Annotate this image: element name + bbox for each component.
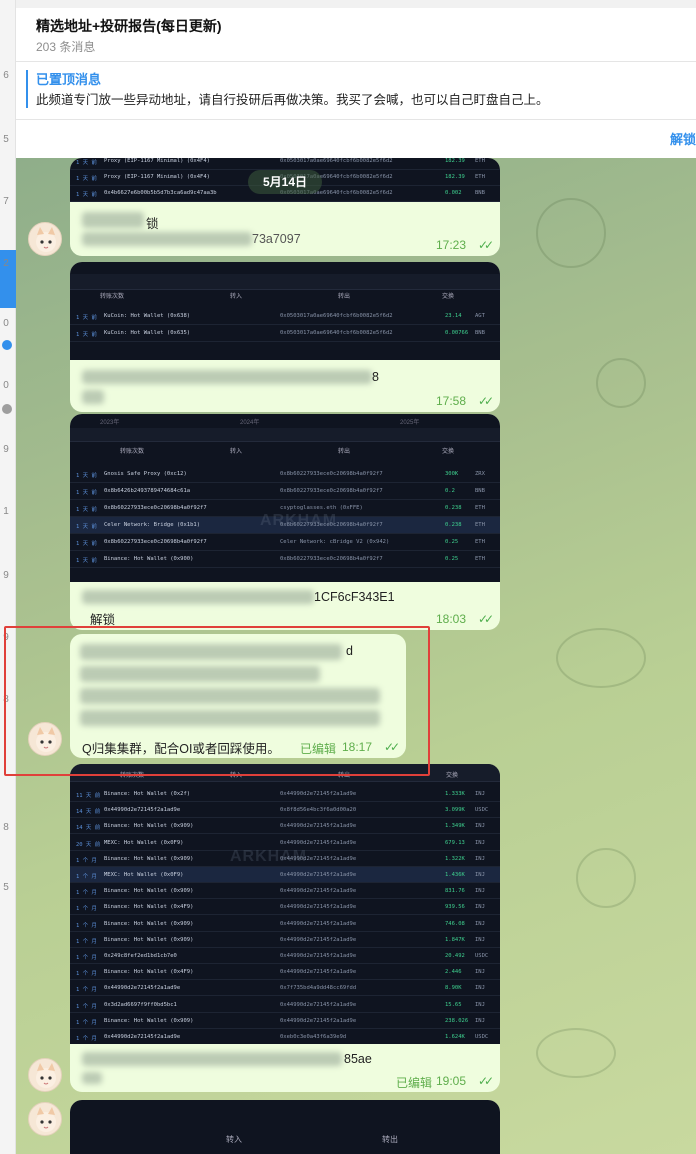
channel-title: 精选地址+投研报告(每日更新): [36, 18, 222, 34]
sender-avatar[interactable]: [28, 1102, 62, 1136]
table-row: 1 个 月 Binance: Hot Wallet (0x909) 0x44990d…: [70, 916, 500, 932]
blurred-text: [82, 1072, 102, 1084]
chat-list-count: 7: [3, 196, 9, 207]
blurred-text: [82, 390, 104, 404]
table-row: 1 个 月 Binance: Hot Wallet (0x909) 0x44990d…: [70, 883, 500, 900]
chat-list-count: 5: [3, 882, 9, 893]
blurred-text: [82, 212, 144, 228]
sender-avatar[interactable]: [28, 1058, 62, 1092]
message-caption-tail: 73a7097: [252, 232, 301, 246]
unlock-row: 解锁: [16, 120, 696, 158]
table-row: 1 个 月 0x249c8fef2ed1bd1cb7e0 0x44990d2e721…: [70, 948, 500, 964]
unread-dot: [2, 340, 12, 350]
message-caption: 锁: [146, 217, 159, 231]
pinned-message[interactable]: 已置顶消息 此频道专门放一些异动地址，请自行投研后再做决策。我买了会喊，也可以自…: [16, 62, 696, 120]
bg-doodle: [556, 628, 646, 688]
chat-list-count: 2: [3, 258, 9, 269]
table-row: 1 个 月 0x44990d2e72145f2a1ad9e 0x7f735bd4a9…: [70, 980, 500, 997]
screenshot-image[interactable]: 转入 转出: [70, 1100, 500, 1154]
chat-list-count: 0: [3, 318, 9, 329]
sender-avatar[interactable]: [28, 222, 62, 256]
table-row: 1 天 前 Gnosis Safe Proxy (0xc12) 0x8b602279…: [70, 466, 500, 483]
message-time: 18:03: [436, 612, 467, 626]
table-row: 1 个 月 0x44990d2e72145f2a1ad9e 0xeb0c3e0a43…: [70, 1029, 500, 1044]
table-row: 1 个 月 Binance: Hot Wallet (0x4F9) 0x44990d…: [70, 964, 500, 981]
watermark: ARKHAM: [260, 512, 338, 529]
message-bubble[interactable]: 转入 转出: [70, 1100, 500, 1154]
chat-list-count: 6: [3, 70, 9, 81]
table-row: 11 天 前 Binance: Hot Wallet (0x2f) 0x44990d…: [70, 786, 500, 802]
blurred-text: [82, 232, 252, 246]
bg-doodle: [576, 848, 636, 908]
message-time: 17:23: [436, 238, 467, 252]
edited-label: 已编辑: [396, 1076, 433, 1090]
table-row: 1 天 前 KuCoin: Hot Wallet (0x638) 0x0503017…: [70, 308, 500, 325]
bg-doodle: [536, 198, 606, 268]
pinned-bar: [26, 70, 28, 108]
table-row: 1 个 月 Binance: Hot Wallet (0x909) 0x44990d…: [70, 932, 500, 948]
message-bubble[interactable]: 转账次数 转入 转出 交换 11 天 前 Binance: Hot Wallet …: [70, 764, 500, 1092]
bg-doodle: [536, 1028, 616, 1078]
message-bubble[interactable]: 2023年 2024年 2025年 转账次数 转入 转出 交换 1 天 前 Gno…: [70, 414, 500, 630]
table-row: 1 天 前 0x8b6426b2493789474684c61a 0x8b60227…: [70, 483, 500, 500]
pinned-text: 此频道专门放一些异动地址，请自行投研后再做决策。我买了会喊，也可以自己盯盘自己上…: [36, 93, 549, 107]
chat-list-count: 8: [3, 822, 9, 833]
blurred-text: [82, 590, 314, 604]
date-pill: 5月14日: [248, 170, 322, 194]
chat-list-count: 9: [3, 444, 9, 455]
screenshot-image[interactable]: 转账次数 转入 转出 交换 11 天 前 Binance: Hot Wallet …: [70, 764, 500, 1044]
table-row: 1 个 月 MEXC: Hot Wallet (0x0F9) 0x44990d2e7…: [70, 867, 500, 883]
table-row: 1 个 月 Binance: Hot Wallet (0x909) 0x44990d…: [70, 1013, 500, 1029]
highlight-frame: [4, 626, 430, 776]
unlock-button[interactable]: 解锁: [670, 129, 696, 148]
table-row: 1 天 前 Binance: Hot Wallet (0x900) 0x8b6022…: [70, 551, 500, 568]
message-time: 19:05: [436, 1074, 467, 1088]
table-row: 1 个 月 0x3d2ad6697f9ff0bd5bc1 0x44990d2e721…: [70, 997, 500, 1013]
table-row: 1 天 前 0x8b60227933ece0c20698b4a0f92f7 Cele…: [70, 534, 500, 551]
read-check-icon: ✓✓: [478, 238, 494, 252]
message-count: 203 条消息: [36, 40, 96, 54]
table-row: 1 天 前 KuCoin: Hot Wallet (0x635) 0x0503017…: [70, 325, 500, 342]
chat-header[interactable]: 精选地址+投研报告(每日更新) 203 条消息: [16, 0, 696, 62]
message-time: 17:58: [436, 394, 467, 408]
chat-list-count: 5: [3, 134, 9, 145]
screenshot-image[interactable]: 转账次数 转入 转出 交换 1 天 前 KuCoin: Hot Wallet (0…: [70, 262, 500, 360]
chat-list-count: 0: [3, 380, 9, 391]
message-caption-tail: 1CF6cF343E1: [314, 590, 395, 604]
message-caption-tail: 85ae: [344, 1052, 372, 1066]
read-check-icon: ✓✓: [478, 1074, 494, 1088]
read-check-icon: ✓✓: [478, 394, 494, 408]
chat-list-count: 1: [3, 506, 9, 517]
screenshot-image[interactable]: 2023年 2024年 2025年 转账次数 转入 转出 交换 1 天 前 Gno…: [70, 414, 500, 582]
blurred-text: [82, 1052, 342, 1066]
read-check-icon: ✓✓: [478, 612, 494, 626]
blurred-text: [82, 370, 372, 384]
pinned-title: 已置顶消息: [36, 72, 102, 87]
chat-list-count: 9: [3, 570, 9, 581]
muted-dot: [2, 404, 12, 414]
table-row: 1 个 月 Binance: Hot Wallet (0x4F9) 0x44990d…: [70, 899, 500, 916]
table-row: 14 天 前 Binance: Hot Wallet (0x909) 0x44990…: [70, 818, 500, 835]
chat-list-strip[interactable]: 6572009199885: [0, 0, 16, 1154]
bg-doodle: [596, 358, 646, 408]
watermark: ARKHAM: [230, 848, 308, 865]
message-caption-tail: 8: [372, 370, 379, 384]
message-bubble[interactable]: 转账次数 转入 转出 交换 1 天 前 KuCoin: Hot Wallet (0…: [70, 262, 500, 412]
table-row: 14 天 前 0x44990d2e72145f2a1ad9e 0x8f8d56e4b…: [70, 802, 500, 819]
window-top-bar: [16, 0, 696, 8]
